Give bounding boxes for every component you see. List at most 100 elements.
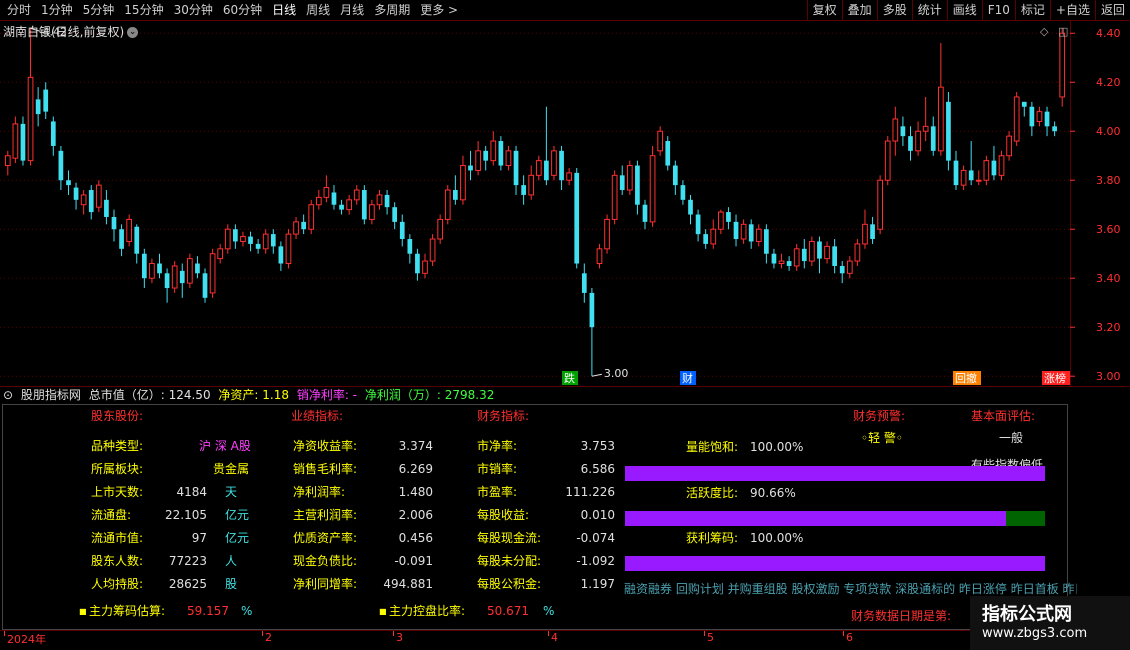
stock-field-unit-5: 人 xyxy=(225,554,238,568)
candle-body-96 xyxy=(733,221,739,240)
kline-chart[interactable]: 4.404.204.003.803.603.403.203.004.423.00… xyxy=(0,21,1130,386)
tool-button-5[interactable]: F10 xyxy=(981,0,1015,20)
candle-body-78 xyxy=(596,248,603,265)
control-ratio-unit: % xyxy=(543,604,555,618)
section-header-2: 财务指标: xyxy=(477,409,530,423)
candle-body-44 xyxy=(339,204,344,210)
candle-body-84 xyxy=(642,204,648,222)
candle-body-35 xyxy=(270,234,276,247)
fin-field-value-5: -1.092 xyxy=(576,554,615,568)
candle-body-112 xyxy=(854,243,861,262)
tool-button-8[interactable]: 返回 xyxy=(1094,0,1130,20)
candle-body-122 xyxy=(930,126,936,151)
candle-body-11 xyxy=(88,190,94,213)
tool-button-6[interactable]: 标记 xyxy=(1014,0,1050,20)
tool-button-0[interactable]: 复权 xyxy=(806,0,842,20)
fin-field-label-3: 每股收益: xyxy=(477,508,530,522)
tool-button-4[interactable]: 画线 xyxy=(946,0,982,20)
candle-body-72 xyxy=(551,150,557,176)
tool-button-2[interactable]: 多股 xyxy=(876,0,912,20)
stock-field-label-6: 人均持股: xyxy=(91,577,144,591)
fin-field-value-4: -0.074 xyxy=(576,531,615,545)
chip-bullet-icon: ■ xyxy=(79,607,87,616)
candle-body-106 xyxy=(809,240,815,262)
candle-body-135 xyxy=(1029,106,1035,127)
candle-body-137 xyxy=(1044,111,1050,127)
perf-field-value-0: 3.374 xyxy=(398,439,433,453)
stock-field-unit-3: 亿元 xyxy=(225,508,250,522)
total-market-value: 总市值（亿）: 124.50 xyxy=(88,388,211,402)
candle-body-26 xyxy=(202,273,208,298)
stock-title: 湖南白银(日线,前复权) ⌄ xyxy=(3,23,139,40)
x-tick-mark-5 xyxy=(843,631,844,636)
candle-body-65 xyxy=(498,141,504,166)
x-tick-mark-3 xyxy=(548,631,549,636)
fin-field-value-6: 1.197 xyxy=(580,577,615,591)
chip-estimate-label: 主力筹码估算: xyxy=(89,604,166,618)
stock-field-value-6: 28625 xyxy=(168,577,207,591)
perf-field-value-2: 1.480 xyxy=(398,485,433,499)
concept-marquee: 融资融券 回购计划 并购重组股 股权激励 专项贷款 深股通标的 昨日涨停 昨日首… xyxy=(624,582,1077,596)
indicator-title-bar: ⊙ 股朋指标网 总市值（亿）: 124.50 净资产: 1.18 销净利率: -… xyxy=(0,386,1130,404)
candle-body-14 xyxy=(111,216,117,230)
period-tab-6[interactable]: 日线 xyxy=(267,0,301,20)
candle-body-7 xyxy=(58,150,64,181)
y-tick-label-6: 3.20 xyxy=(1096,321,1121,334)
period-tab-9[interactable]: 多周期 xyxy=(369,0,415,20)
candle-body-52 xyxy=(399,221,405,240)
fin-field-value-1: 6.586 xyxy=(580,462,615,476)
stock-field-unit-2: 天 xyxy=(225,485,238,499)
x-tick-label-1: 2 xyxy=(265,631,272,644)
stock-field-label-2: 上市天数: xyxy=(91,485,144,499)
candle-body-10 xyxy=(80,194,87,206)
candle-body-120 xyxy=(915,130,921,152)
gauge-label-2: 获利筹码: xyxy=(686,531,739,545)
candle-body-102 xyxy=(778,260,785,265)
diamond-icon: ◇ xyxy=(1040,25,1049,38)
period-tab-7[interactable]: 周线 xyxy=(301,0,335,20)
tool-button-7[interactable]: +自选 xyxy=(1049,0,1095,20)
tool-button-1[interactable]: 叠加 xyxy=(841,0,877,20)
candle-body-54 xyxy=(415,253,420,274)
period-tab-8[interactable]: 月线 xyxy=(335,0,369,20)
period-tab-5[interactable]: 60分钟 xyxy=(218,0,267,20)
period-tab-3[interactable]: 15分钟 xyxy=(119,0,168,20)
candle-body-58 xyxy=(444,189,451,220)
candle-body-91 xyxy=(695,214,701,235)
site-watermark: 指标公式网 www.zbgs3.com xyxy=(970,596,1130,650)
candle-body-113 xyxy=(862,223,868,245)
candle-body-127 xyxy=(968,170,974,181)
stock-field-label-5: 股东人数: xyxy=(91,554,144,568)
candle-body-46 xyxy=(353,189,360,201)
y-tick-label-2: 4.00 xyxy=(1096,125,1121,138)
candle-body-67 xyxy=(513,150,519,186)
chevron-down-icon[interactable]: ⌄ xyxy=(127,27,139,38)
candle-body-89 xyxy=(680,185,686,200)
period-toolbar: 分时 1分钟 5分钟 15分钟 30分钟 60分钟 日线 周线 月线 多周期 更多 > 复权 叠加 多股… xyxy=(0,0,1130,21)
period-tab-4[interactable]: 30分钟 xyxy=(169,0,218,20)
candle-body-6 xyxy=(50,121,56,146)
candle-body-23 xyxy=(179,270,185,284)
perf-field-label-6: 净利同增率: xyxy=(293,577,358,591)
candle-body-124 xyxy=(946,101,951,161)
period-tab-0[interactable]: 分时 xyxy=(2,0,36,20)
candle-body-17 xyxy=(134,226,140,254)
fin-field-label-0: 市净率: xyxy=(477,439,518,453)
collapse-icon[interactable]: ⊙ xyxy=(3,388,13,402)
x-tick-label-4: 5 xyxy=(707,631,714,644)
candle-body-1 xyxy=(12,123,19,159)
candle-body-32 xyxy=(248,236,253,244)
stock-field-unit-4: 亿元 xyxy=(225,531,250,545)
finance-warning-value: ◦轻 警◦ xyxy=(861,431,903,445)
stock-field-label-0: 品种类型: xyxy=(91,439,144,453)
perf-field-label-4: 优质资产率: xyxy=(293,531,358,545)
candle-body-129 xyxy=(983,160,990,181)
control-bullet-icon: ■ xyxy=(379,607,387,616)
period-tab-1[interactable]: 1分钟 xyxy=(36,0,78,20)
candle-body-105 xyxy=(801,248,807,262)
candle-body-121 xyxy=(922,125,929,132)
tool-button-3[interactable]: 统计 xyxy=(911,0,947,20)
candle-body-20 xyxy=(157,263,162,274)
period-tab-2[interactable]: 5分钟 xyxy=(78,0,120,20)
period-tab-10[interactable]: 更多 > xyxy=(415,0,463,20)
